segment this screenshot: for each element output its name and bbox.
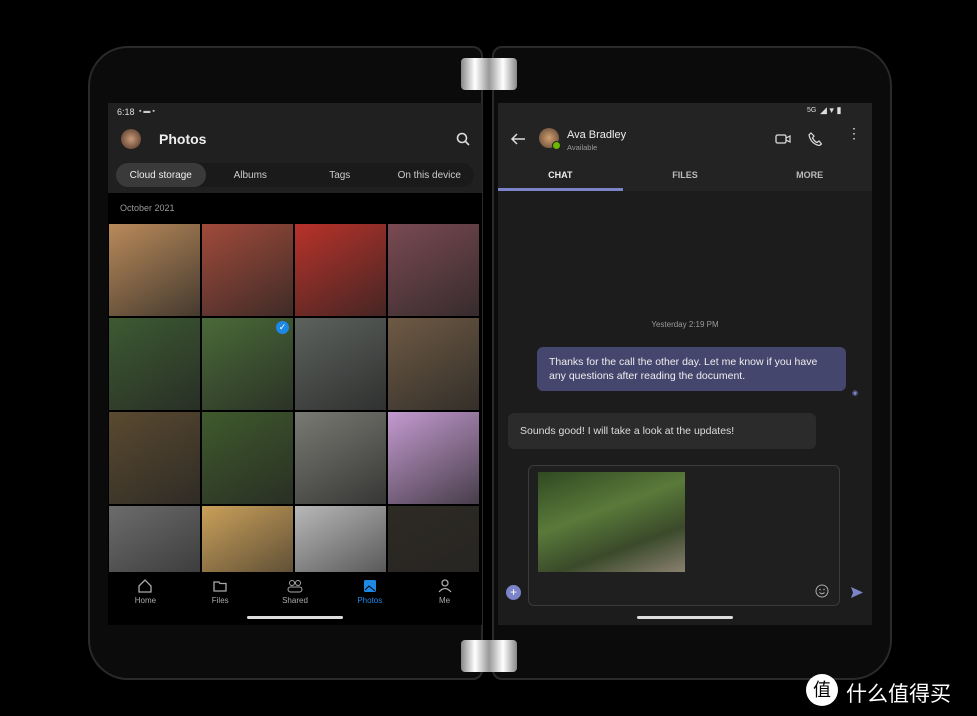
photo-thumbnail[interactable]: ✓ [202,318,293,410]
status-time: 6:18 [117,107,135,117]
send-icon[interactable] [850,586,864,599]
tab-files[interactable]: FILES [623,158,748,191]
watermark-text: 什么值得买 [846,683,951,706]
folder-icon [213,581,227,592]
message-timestamp: Yesterday 2:19 PM [651,320,719,329]
signal-wifi-battery-icons: ◢ ▾ ▮ [820,105,842,115]
add-attachment-button[interactable]: + [506,585,521,600]
sent-message[interactable]: Thanks for the call the other day. Let m… [537,347,846,391]
tab-cloud-storage[interactable]: Cloud storage [116,163,206,187]
photo-thumbnail[interactable] [388,224,479,316]
bottom-hinge [461,640,517,672]
presence-status: Available [567,143,598,152]
tab-more[interactable]: MORE [747,158,872,191]
chat-tabs: CHAT FILES MORE [498,158,872,191]
home-indicator[interactable] [637,616,733,619]
tab-on-this-device[interactable]: On this device [385,163,475,187]
tab-tags[interactable]: Tags [295,163,385,187]
photo-thumbnail[interactable] [295,412,386,504]
photo-thumbnail[interactable] [295,224,386,316]
compose-box[interactable] [528,465,840,606]
teams-chat-app: 5G ◢ ▾ ▮ Ava Bradley Available ⋮ CHAT FI… [498,103,872,625]
nav-label: Me [439,596,451,605]
photo-source-tabs: Cloud storage Albums Tags On this device [116,163,474,187]
network-status: 5G [807,107,817,114]
phone-call-icon[interactable] [808,132,822,146]
photo-grid: ✓ [109,224,482,598]
read-receipt-icon: ◉ [852,390,859,397]
home-icon [138,579,153,593]
nav-label: Home [134,596,157,605]
photo-thumbnail[interactable] [388,412,479,504]
back-arrow-icon[interactable] [510,132,526,146]
page-title: Photos [159,131,207,147]
notification-icons: ▪ ▬ ▪ [139,108,155,115]
selected-check-icon: ✓ [276,321,289,334]
photo-thumbnail[interactable] [109,224,200,316]
section-date: October 2021 [120,203,175,213]
nav-label: Files [211,596,229,605]
emoji-icon[interactable] [815,584,829,598]
avatar[interactable] [121,129,141,149]
home-indicator[interactable] [247,616,343,619]
photo-thumbnail[interactable] [202,224,293,316]
search-icon[interactable] [456,132,470,146]
top-hinge [461,58,517,90]
nav-photos[interactable]: Photos [332,572,407,625]
available-badge-icon [552,141,561,150]
photo-thumbnail[interactable] [109,318,200,410]
contact-name: Ava Bradley [567,129,627,141]
nav-me[interactable]: Me [407,572,482,625]
tab-albums[interactable]: Albums [206,163,296,187]
photo-thumbnail[interactable] [202,412,293,504]
photos-app: 6:18 ▪ ▬ ▪ Photos Cloud storage Albums T… [108,103,482,625]
attached-photo[interactable] [538,472,685,572]
more-options-icon[interactable]: ⋮ [847,126,861,140]
video-call-icon[interactable] [775,133,791,145]
photo-thumbnail[interactable] [388,318,479,410]
people-icon [287,580,303,593]
watermark-logo: 值 [806,674,838,706]
nav-home[interactable]: Home [108,572,183,625]
photo-thumbnail[interactable] [295,318,386,410]
tab-chat[interactable]: CHAT [498,158,623,191]
person-icon [438,579,452,593]
photo-thumbnail[interactable] [109,412,200,504]
photos-icon [363,580,376,592]
nav-label: Photos [357,596,383,605]
nav-label: Shared [282,596,308,605]
received-message[interactable]: Sounds good! I will take a look at the u… [508,413,816,449]
